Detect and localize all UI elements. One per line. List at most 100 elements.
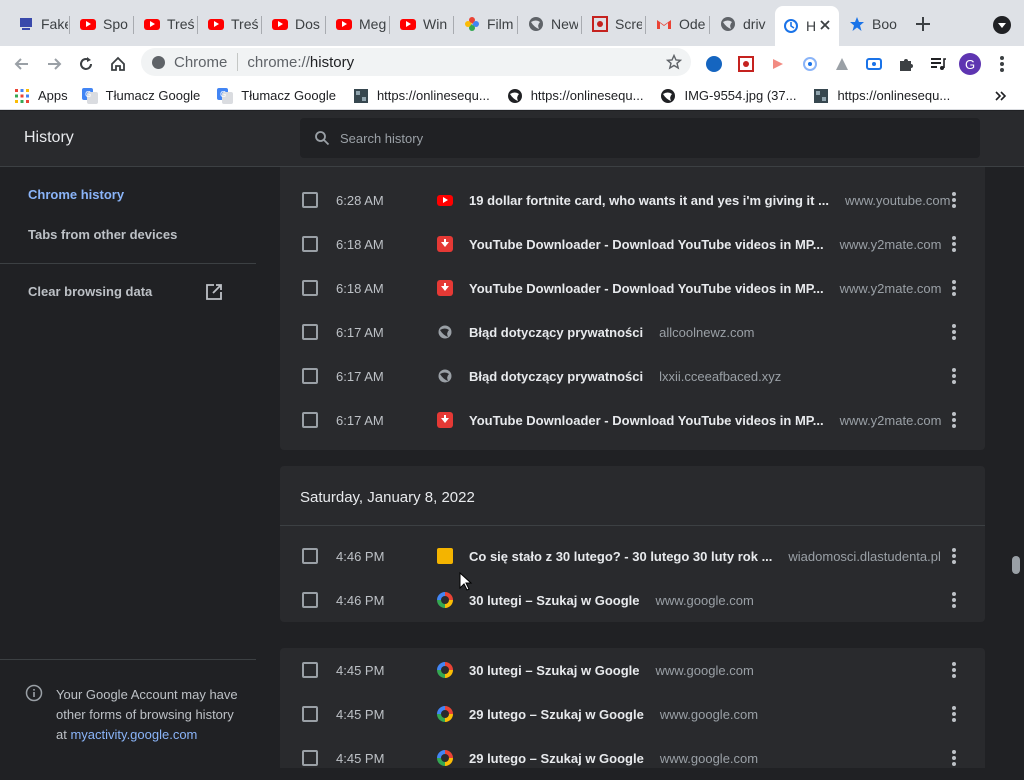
row-checkbox[interactable] [302, 662, 318, 678]
row-checkbox[interactable] [302, 592, 318, 608]
reload-icon[interactable] [74, 52, 98, 76]
more-menu-icon[interactable] [990, 52, 1014, 76]
history-row[interactable]: 6:18 AM YouTube Downloader - Download Yo… [280, 222, 985, 266]
extension-pink-icon[interactable] [766, 52, 790, 76]
history-row[interactable]: 4:45 PM 29 lutego – Szukaj w Google www.g… [280, 736, 985, 780]
row-more-actions-icon[interactable] [952, 324, 956, 340]
row-checkbox[interactable] [302, 324, 318, 340]
profile-avatar[interactable]: G [958, 52, 982, 76]
row-more-actions-icon[interactable] [952, 548, 956, 564]
tab-tres-1[interactable]: Treś [136, 10, 194, 38]
tab-film[interactable]: Film [456, 10, 514, 38]
row-more-actions-icon[interactable] [952, 412, 956, 428]
tab-search-chevron-icon[interactable] [993, 16, 1011, 34]
history-row[interactable]: 4:45 PM 29 lutego – Szukaj w Google www.g… [280, 692, 985, 736]
extension-tv-icon[interactable] [862, 52, 886, 76]
row-more-actions-icon[interactable] [952, 368, 956, 384]
bookmarks-overflow-chevron-icon[interactable] [992, 88, 1008, 104]
tab-tres-2[interactable]: Treś [200, 10, 258, 38]
row-title-link[interactable]: 30 lutegi – Szukaj w Google www.google.co… [469, 663, 754, 678]
row-more-actions-icon[interactable] [952, 192, 956, 208]
home-icon[interactable] [106, 52, 130, 76]
history-row[interactable]: 4:45 PM 30 lutegi – Szukaj w Google www.g… [280, 648, 985, 692]
row-title-link[interactable]: 29 lutego – Szukaj w Google www.google.co… [469, 751, 758, 766]
extension-blue-icon[interactable] [702, 52, 726, 76]
row-more-actions-icon[interactable] [952, 280, 956, 296]
extension-screen-record-icon[interactable] [734, 52, 758, 76]
row-title-link[interactable]: 19 dollar fortnite card, who wants it an… [469, 193, 950, 208]
sidebar-item-clear-browsing-data[interactable]: Clear browsing data [28, 284, 152, 299]
open-in-new-icon[interactable] [205, 283, 223, 301]
row-more-actions-icon[interactable] [952, 706, 956, 722]
page-scrollbar-thumb[interactable] [1012, 556, 1020, 574]
extensions-puzzle-icon[interactable] [894, 52, 918, 76]
tab-win[interactable]: Win [392, 10, 450, 38]
tab-driv[interactable]: driv [712, 10, 772, 38]
row-checkbox[interactable] [302, 548, 318, 564]
media-queue-icon[interactable] [926, 52, 950, 76]
tab-separator [581, 16, 582, 34]
bookmark-onlinesequ-3[interactable]: https://onlinesequ... [813, 88, 950, 104]
history-row[interactable]: 6:18 AM YouTube Downloader - Download Yo… [280, 266, 985, 310]
row-checkbox[interactable] [302, 706, 318, 722]
tab-new[interactable]: New [520, 10, 578, 38]
extension-triangle-icon[interactable] [830, 52, 854, 76]
row-title-link[interactable]: YouTube Downloader - Download YouTube vi… [469, 281, 942, 296]
row-title-link[interactable]: Co się stało z 30 lutego? - 30 lutego 30… [469, 549, 941, 564]
bookmark-star-icon[interactable] [665, 53, 683, 74]
bookmark-onlinesequ-2[interactable]: https://onlinesequ... [507, 88, 643, 104]
history-row[interactable]: 6:17 AM Błąd dotyczący prywatności allcoo… [280, 310, 985, 354]
tab-dos[interactable]: Dos [264, 10, 322, 38]
tab-fake[interactable]: Fake [10, 10, 68, 38]
history-row[interactable]: 4:46 PM 30 lutegi – Szukaj w Google www.g… [280, 578, 985, 622]
tab-title: driv [743, 16, 766, 32]
forward-arrow-icon[interactable] [42, 52, 66, 76]
row-title-link[interactable]: YouTube Downloader - Download YouTube vi… [469, 237, 942, 252]
history-row[interactable]: 6:17 AM Błąd dotyczący prywatności lxxii.… [280, 354, 985, 398]
bookmark-translate-1[interactable]: G Tłumacz Google [81, 87, 201, 104]
row-more-actions-icon[interactable] [952, 750, 956, 766]
tab-meg[interactable]: Meg [328, 10, 386, 38]
tab-boo[interactable]: Boo [841, 10, 899, 38]
new-tab-plus-icon[interactable] [914, 15, 932, 33]
row-checkbox[interactable] [302, 280, 318, 296]
row-checkbox[interactable] [302, 412, 318, 428]
address-bar[interactable]: Chrome chrome://history [141, 48, 691, 76]
bookmark-img-9554[interactable]: IMG-9554.jpg (37... [660, 88, 796, 104]
tab-scre[interactable]: Scre [584, 10, 642, 38]
row-checkbox[interactable] [302, 368, 318, 384]
row-checkbox[interactable] [302, 192, 318, 208]
extension-circle-icon[interactable] [798, 52, 822, 76]
row-checkbox[interactable] [302, 236, 318, 252]
row-more-actions-icon[interactable] [952, 662, 956, 678]
row-title-link[interactable]: Błąd dotyczący prywatności lxxii.cceeafba… [469, 369, 781, 384]
search-history-input[interactable]: Search history [300, 118, 980, 158]
row-title-link[interactable]: YouTube Downloader - Download YouTube vi… [469, 413, 942, 428]
history-day-card: 4:45 PM 30 lutegi – Szukaj w Google www.g… [280, 648, 985, 768]
row-more-actions-icon[interactable] [952, 236, 956, 252]
row-more-actions-icon[interactable] [952, 592, 956, 608]
bookmark-label: Tłumacz Google [105, 88, 201, 103]
back-arrow-icon[interactable] [10, 52, 34, 76]
row-title-link[interactable]: 29 lutego – Szukaj w Google www.google.co… [469, 707, 758, 722]
row-title-link[interactable]: 30 lutegi – Szukaj w Google www.google.co… [469, 593, 754, 608]
sidebar-item-chrome-history[interactable]: Chrome history [28, 187, 124, 202]
sidebar-item-tabs-other-devices[interactable]: Tabs from other devices [28, 227, 177, 242]
history-row[interactable]: 6:17 AM YouTube Downloader - Download Yo… [280, 398, 985, 442]
history-row[interactable]: 4:46 PM Co się stało z 30 lutego? - 30 l… [280, 534, 985, 578]
row-domain: wiadomosci.dlastudenta.pl [788, 548, 941, 564]
bookmarks-bar: Apps G Tłumacz Google G Tłumacz Google h… [0, 82, 1024, 110]
row-checkbox[interactable] [302, 750, 318, 766]
row-title-link[interactable]: Błąd dotyczący prywatności allcoolnewz.co… [469, 325, 755, 340]
tab-title: Fake [41, 16, 68, 32]
tab-ode[interactable]: Ode [648, 10, 706, 38]
bookmark-onlinesequ-1[interactable]: https://onlinesequ... [353, 88, 490, 104]
bookmark-apps[interactable]: Apps [14, 88, 68, 104]
bookmark-translate-2[interactable]: G Tłumacz Google [217, 87, 336, 104]
omnibox-url: chrome://history [247, 53, 355, 71]
tab-history-active[interactable]: H [775, 6, 839, 46]
myactivity-link[interactable]: myactivity.google.com [70, 727, 197, 742]
history-row[interactable]: 6:28 AM 19 dollar fortnite card, who wan… [280, 178, 985, 222]
tab-spo[interactable]: Spo [72, 10, 130, 38]
close-icon[interactable] [817, 17, 833, 33]
